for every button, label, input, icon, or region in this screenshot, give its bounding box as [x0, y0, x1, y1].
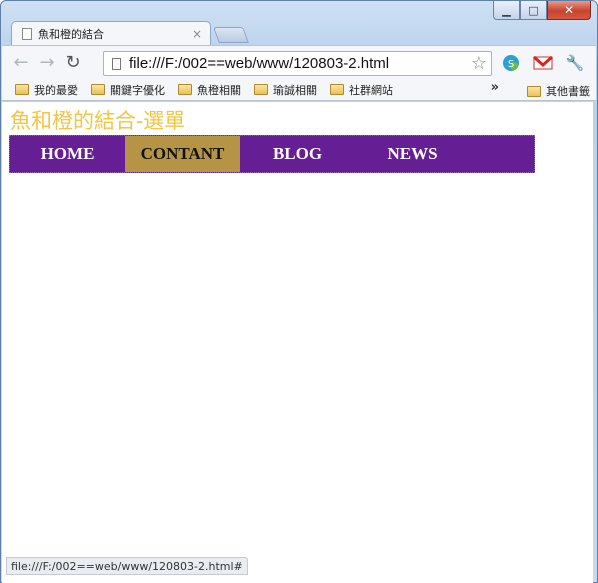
new-tab-button[interactable]: [213, 27, 249, 43]
toolbar: ← → ↻ file:///F:/002==web/www/120803-2.h…: [2, 45, 596, 79]
address-bar[interactable]: file:///F:/002==web/www/120803-2.html ☆: [103, 51, 492, 76]
status-bar: file:///F:/002==web/www/120803-2.html#: [6, 557, 248, 575]
bookmark-star-icon[interactable]: ☆: [471, 53, 487, 74]
wrench-icon[interactable]: 🔧: [564, 53, 586, 73]
menu-item-blog[interactable]: BLOG: [240, 136, 355, 172]
bookmarks-bar: 我的最愛 關鍵字優化 魚橙相關 瑜誠相關 社群網站 » 其他書籤: [2, 79, 596, 101]
tab-close-icon[interactable]: ×: [192, 27, 202, 41]
minimize-button[interactable]: ▁: [493, 1, 520, 20]
page-title: 魚和橙的結合-選單: [10, 109, 186, 133]
nav-menu: HOME CONTANT BLOG NEWS: [9, 135, 535, 173]
bookmarks-overflow-chevron-icon[interactable]: »: [491, 80, 499, 95]
folder-icon: [527, 85, 541, 97]
skype-extension-icon[interactable]: S: [500, 53, 522, 73]
folder-icon: [91, 84, 105, 95]
page-icon: [22, 27, 32, 40]
browser-window: ▁ □ ✕ 魚和橙的結合 × ← → ↻ file:///F:/002==web…: [0, 0, 598, 583]
bookmark-folder[interactable]: 關鍵字優化: [91, 82, 165, 98]
bookmark-label: 其他書籤: [546, 85, 590, 98]
tab-strip: 魚和橙的結合 ×: [11, 19, 411, 45]
maximize-button[interactable]: □: [520, 1, 547, 20]
bookmark-label: 我的最愛: [34, 83, 78, 97]
page-viewport: 魚和橙的結合-選單 HOME CONTANT BLOG NEWS: [2, 102, 593, 583]
url-text[interactable]: file:///F:/002==web/www/120803-2.html: [129, 55, 471, 72]
folder-icon: [178, 84, 192, 95]
reload-button[interactable]: ↻: [60, 50, 86, 76]
page-icon: [112, 57, 121, 70]
svg-text:S: S: [508, 59, 514, 70]
menu-item-home[interactable]: HOME: [10, 136, 125, 172]
bookmark-label: 社群網站: [349, 83, 393, 97]
folder-icon: [254, 84, 268, 95]
browser-tab[interactable]: 魚和橙的結合 ×: [11, 21, 211, 45]
bookmark-label: 關鍵字優化: [110, 83, 165, 97]
bookmark-label: 瑜誠相關: [273, 83, 317, 97]
folder-icon: [330, 84, 344, 95]
bookmark-folder[interactable]: 瑜誠相關: [254, 82, 317, 98]
other-bookmarks-folder[interactable]: 其他書籤: [527, 83, 590, 99]
tab-title: 魚和橙的結合: [38, 27, 104, 41]
back-button[interactable]: ←: [8, 50, 34, 76]
bookmark-folder[interactable]: 社群網站: [330, 82, 393, 98]
menu-item-contant[interactable]: CONTANT: [125, 136, 240, 172]
forward-button[interactable]: →: [34, 50, 60, 76]
menu-item-news[interactable]: NEWS: [355, 136, 470, 172]
close-window-button[interactable]: ✕: [547, 1, 591, 20]
bookmark-label: 魚橙相關: [197, 83, 241, 97]
gmail-extension-icon[interactable]: [532, 53, 554, 73]
folder-icon: [15, 84, 29, 95]
window-controls: ▁ □ ✕: [493, 1, 591, 21]
bookmark-folder[interactable]: 我的最愛: [15, 82, 78, 98]
bookmark-folder[interactable]: 魚橙相關: [178, 82, 241, 98]
